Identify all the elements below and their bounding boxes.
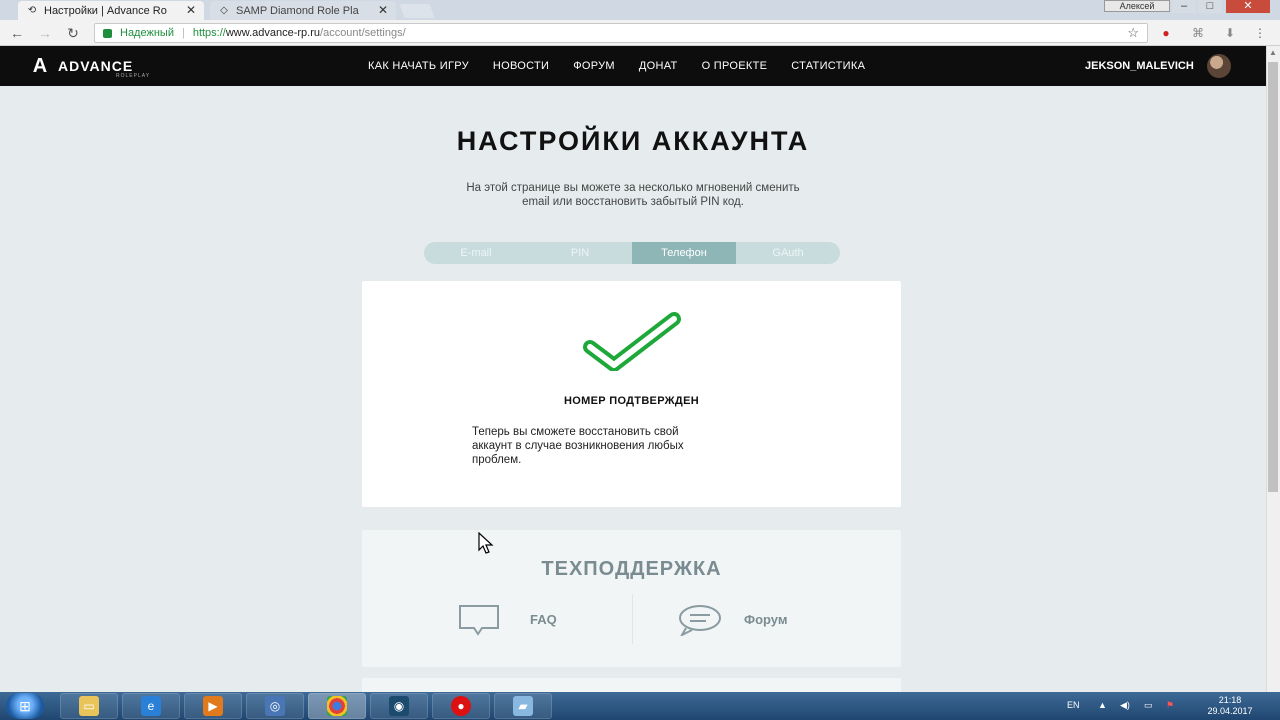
scrollbar-thumb[interactable]: [1268, 62, 1278, 492]
close-tab-icon[interactable]: ✕: [378, 3, 388, 17]
bookmark-star-icon[interactable]: ☆: [1127, 25, 1139, 41]
browser-toolbar: ← → ↻ Надежный | https:// www.advance-rp…: [0, 20, 1280, 46]
faq-chat-icon[interactable]: [458, 604, 500, 636]
status-text-line: проблем.: [472, 454, 522, 466]
back-arrow-icon[interactable]: ←: [8, 24, 26, 42]
volume-icon[interactable]: ◀): [1120, 700, 1130, 711]
scroll-up-icon[interactable]: ▲: [1266, 46, 1280, 60]
status-title: НОМЕР ПОДТВЕРЖДЕН: [564, 395, 699, 407]
support-title: ТЕХПОДДЕРЖКА: [541, 558, 722, 580]
extension-icon[interactable]: ⌘: [1190, 25, 1206, 41]
next-card: [362, 678, 901, 692]
ie-icon: e: [141, 696, 161, 716]
clock[interactable]: 21:18 29.04.2017: [1200, 695, 1260, 717]
start-button-icon[interactable]: ⊞: [6, 693, 44, 719]
page-description-line: email или восстановить забытый PIN код.: [522, 196, 744, 208]
network-icon[interactable]: ▭: [1144, 700, 1153, 711]
maximize-icon[interactable]: □: [1198, 0, 1222, 13]
address-separator: |: [181, 27, 185, 39]
taskbar-media-player[interactable]: ▶: [184, 693, 242, 719]
page-title: НАСТРОЙКИ АККАУНТА: [456, 126, 810, 156]
clock-date: 29.04.2017: [1207, 706, 1253, 716]
username[interactable]: JEKSON_MALEVICH: [1085, 60, 1194, 72]
mouse-cursor-icon: [478, 532, 494, 554]
browser-tab[interactable]: ◇ SAMP Diamond Role Pla ✕: [210, 1, 396, 20]
nav-item-forum[interactable]: ФОРУМ: [573, 60, 615, 72]
status-text-line: аккаунт в случае возникновения любых: [472, 440, 684, 452]
extension-icon[interactable]: ●: [1158, 25, 1174, 41]
address-bar[interactable]: Надежный | https:// www.advance-rp.ru /a…: [94, 23, 1148, 43]
browser-tab-label: Настройки | Advance Ro: [44, 4, 167, 17]
flag-icon[interactable]: ⚑: [1166, 700, 1174, 711]
taskbar-recorder[interactable]: ●: [432, 693, 490, 719]
app-icon: ◎: [265, 696, 285, 716]
checkmark-icon: [583, 312, 681, 371]
support-divider: [632, 594, 633, 644]
browser-tab-label: SAMP Diamond Role Pla: [236, 4, 359, 17]
avatar[interactable]: [1207, 54, 1231, 78]
nav-item-stats[interactable]: СТАТИСТИКА: [791, 60, 865, 72]
tray-expand-icon[interactable]: ▲: [1098, 700, 1107, 710]
tab-pin[interactable]: PIN: [528, 242, 632, 264]
close-tab-icon[interactable]: ✕: [186, 3, 196, 17]
browser-tabstrip: ⟲ Настройки | Advance Ro ✕ ◇ SAMP Diamon…: [0, 0, 1280, 20]
phone-status-card: НОМЕР ПОДТВЕРЖДЕН Теперь вы сможете восс…: [362, 281, 901, 507]
forum-link[interactable]: Форум: [744, 612, 787, 627]
url-scheme: https://: [192, 27, 226, 39]
language-indicator[interactable]: EN: [1067, 700, 1080, 710]
chrome-icon: [327, 696, 347, 716]
tab-gauth[interactable]: GAuth: [736, 242, 840, 264]
lock-icon: [103, 28, 112, 38]
settings-tabs: E-mail PIN Телефон GAuth: [424, 242, 840, 264]
taskbar-explorer[interactable]: ▭: [60, 693, 118, 719]
site-header: A ADVANCE ROLEPLAY КАК НАЧАТЬ ИГРУ НОВОС…: [0, 46, 1266, 86]
folder-icon: ▭: [79, 696, 99, 716]
taskbar-app[interactable]: ◎: [246, 693, 304, 719]
logo-text[interactable]: ADVANCE: [58, 58, 133, 74]
forum-chat-icon[interactable]: [678, 604, 722, 636]
media-player-icon: ▶: [203, 696, 223, 716]
status-text-line: Теперь вы сможете восстановить свой: [472, 426, 679, 438]
url-path: /account/settings/: [320, 27, 406, 39]
taskbar-app[interactable]: ▰: [494, 693, 552, 719]
taskbar-ie[interactable]: e: [122, 693, 180, 719]
forward-arrow-icon[interactable]: →: [36, 24, 54, 42]
taskbar: ⊞ ▭ e ▶ ◎ ◉ ● ▰ EN ▲ ◀) ▭ ⚑ 21:18 29.04.…: [0, 692, 1280, 720]
tab-email[interactable]: E-mail: [424, 242, 528, 264]
nav-item-how-to-start[interactable]: КАК НАЧАТЬ ИГРУ: [368, 60, 469, 72]
taskbar-chrome[interactable]: [308, 693, 366, 719]
new-tab-button[interactable]: [399, 4, 435, 18]
logo-icon[interactable]: A: [26, 54, 54, 78]
tab-phone[interactable]: Телефон: [632, 242, 736, 264]
minimize-icon[interactable]: –: [1172, 0, 1196, 13]
main-menu: КАК НАЧАТЬ ИГРУ НОВОСТИ ФОРУМ ДОНАТ О ПР…: [368, 46, 889, 86]
record-icon: ●: [451, 696, 471, 716]
profile-chip[interactable]: Алексей: [1104, 0, 1170, 12]
window-close-icon[interactable]: ✕: [1226, 0, 1270, 13]
download-icon[interactable]: ⬇: [1222, 25, 1238, 41]
clock-time: 21:18: [1218, 695, 1242, 705]
browser-tab-active[interactable]: ⟲ Настройки | Advance Ro ✕: [18, 1, 204, 20]
page-description: На этой странице вы можете за несколько …: [400, 181, 866, 209]
diamond-icon: ◇: [220, 5, 228, 16]
url-host: www.advance-rp.ru: [225, 27, 321, 39]
nav-item-donate[interactable]: ДОНАТ: [639, 60, 678, 72]
nav-item-news[interactable]: НОВОСТИ: [493, 60, 549, 72]
taskbar-app[interactable]: ◉: [370, 693, 428, 719]
nav-item-about[interactable]: О ПРОЕКТЕ: [702, 60, 768, 72]
support-card: ТЕХПОДДЕРЖКА FAQ Форум: [362, 530, 901, 667]
app-icon: ◉: [389, 696, 409, 716]
reload-icon[interactable]: ↻: [64, 24, 82, 42]
status-text: Теперь вы сможете восстановить свой акка…: [472, 425, 772, 467]
secure-label: Надежный: [120, 27, 174, 39]
page-description-line: На этой странице вы можете за несколько …: [466, 182, 800, 194]
page-favicon-icon: ⟲: [27, 5, 37, 16]
window-icon: ▰: [513, 696, 533, 716]
faq-link[interactable]: FAQ: [530, 612, 557, 627]
menu-dots-icon[interactable]: ⋮: [1252, 25, 1268, 41]
logo-subtext: ROLEPLAY: [116, 73, 151, 79]
